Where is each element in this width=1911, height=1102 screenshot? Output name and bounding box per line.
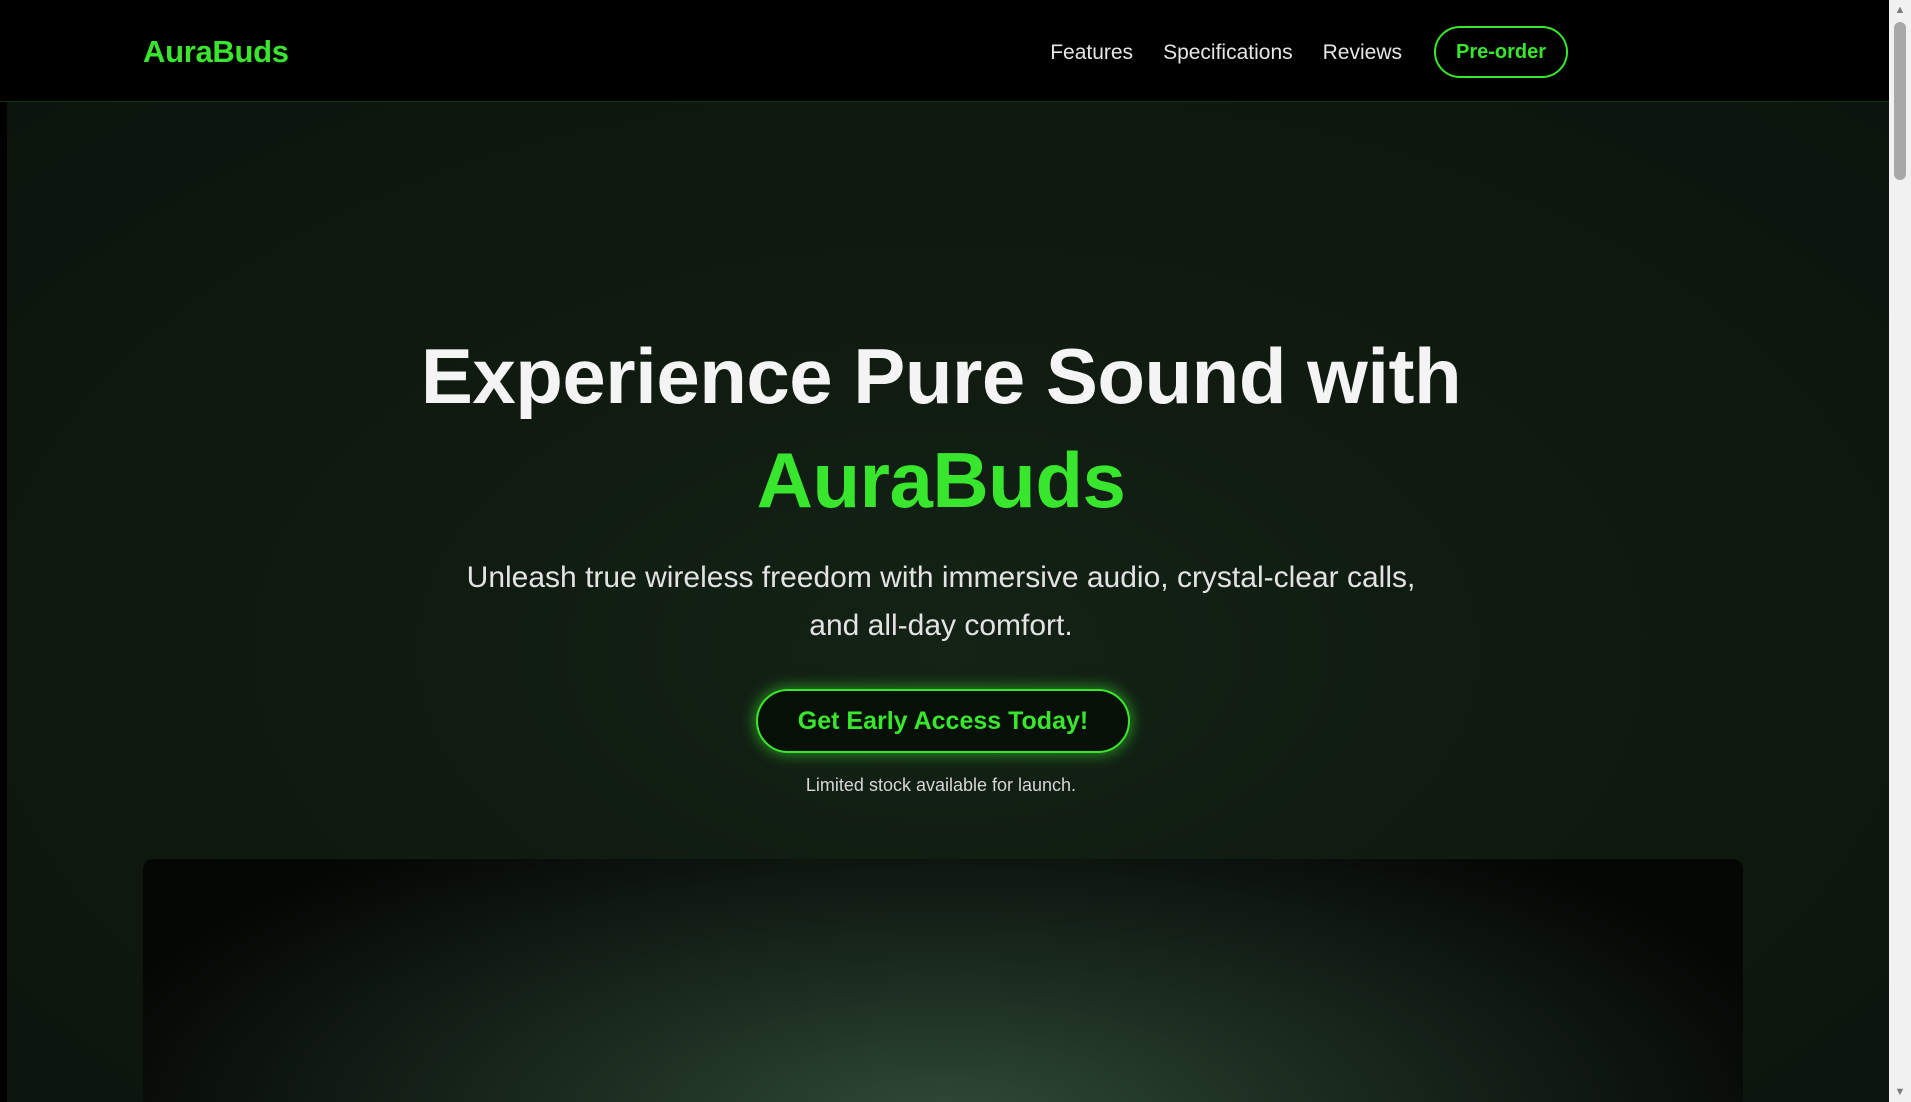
early-access-button[interactable]: Get Early Access Today! (756, 689, 1130, 753)
headline-brand-accent: AuraBuds (756, 436, 1126, 524)
site-header: AuraBuds Features Specifications Reviews… (0, 0, 1889, 102)
hero-section: Experience Pure Sound with AuraBuds Unle… (7, 102, 1889, 1102)
preorder-button[interactable]: Pre-order (1434, 26, 1568, 78)
scrollbar-thumb[interactable] (1894, 22, 1906, 180)
headline-text: Experience Pure Sound with (420, 332, 1462, 420)
scroll-up-arrow-icon[interactable]: ▲ (1889, 0, 1911, 20)
hero-subheadline: Unleash true wireless freedom with immer… (466, 561, 1416, 642)
scroll-down-arrow-icon[interactable]: ▼ (1889, 1082, 1911, 1102)
brand-logo[interactable]: AuraBuds (143, 34, 289, 70)
nav-link-reviews[interactable]: Reviews (1323, 39, 1402, 67)
vertical-scrollbar[interactable]: ▲ ▼ (1889, 0, 1911, 1102)
hero-headline: Experience Pure Sound with AuraBuds (7, 324, 1875, 532)
browser-viewport: AuraBuds Features Specifications Reviews… (0, 0, 1889, 1102)
product-showcase-panel (143, 859, 1743, 1102)
stock-note: Limited stock available for launch. (805, 775, 1077, 795)
nav-link-features[interactable]: Features (1050, 39, 1133, 67)
nav-link-specifications[interactable]: Specifications (1163, 39, 1293, 67)
main-nav: Features Specifications Reviews Pre-orde… (1050, 26, 1568, 78)
